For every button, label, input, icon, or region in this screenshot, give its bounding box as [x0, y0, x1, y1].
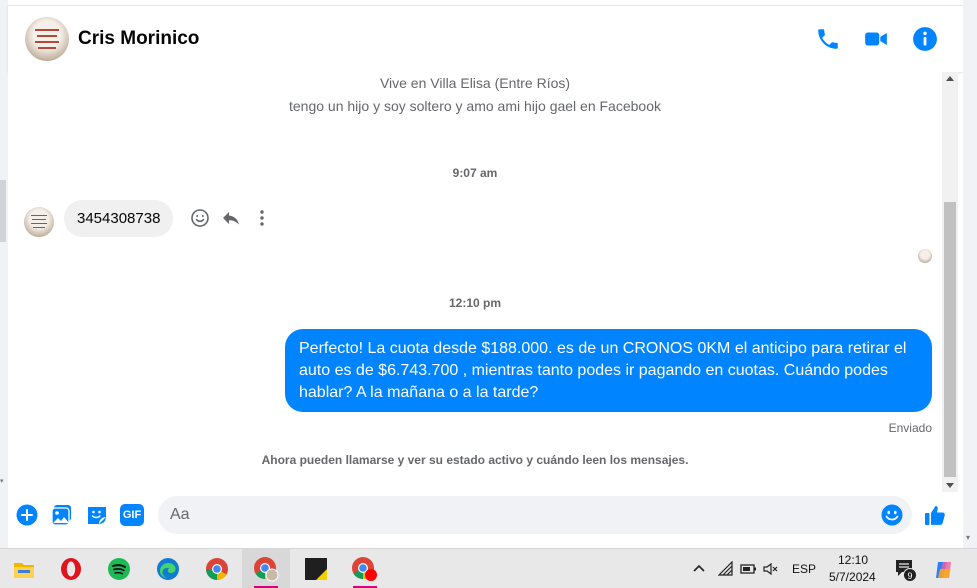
video-camera-icon[interactable] [863, 26, 889, 52]
windows-taskbar: ESP 12:10 5/7/2024 9 [0, 548, 977, 588]
profile-location: Vive en Villa Elisa (Entre Ríos) [379, 75, 571, 91]
opera-icon[interactable] [47, 549, 95, 588]
image-icon[interactable] [51, 504, 73, 526]
chat-header: Cris Morinico [8, 5, 963, 72]
emoji-react-icon[interactable] [190, 208, 210, 228]
copilot-icon[interactable] [933, 559, 955, 581]
emoji-icon[interactable] [881, 504, 903, 526]
info-icon[interactable] [912, 26, 938, 52]
phone-icon[interactable] [815, 26, 841, 52]
outgoing-message[interactable]: Perfecto! La cuota desde $188.000. es de… [285, 329, 932, 412]
left-scroll-arrow[interactable]: ▾ [0, 478, 6, 486]
sticker-icon[interactable] [86, 504, 108, 526]
spotify-icon[interactable] [95, 549, 143, 588]
clock-time[interactable]: 12:10 [838, 553, 868, 567]
seen-indicator-avatar [918, 249, 932, 263]
edge-icon[interactable] [144, 549, 192, 588]
chat-scrollbar[interactable] [942, 72, 958, 492]
volume-muted-icon[interactable] [763, 561, 779, 577]
reply-icon[interactable] [221, 208, 241, 228]
left-gutter: ▾ [0, 0, 8, 548]
sticky-notes-icon[interactable] [292, 549, 340, 588]
wifi-icon[interactable] [717, 560, 734, 577]
chevron-up-icon[interactable] [692, 561, 708, 577]
info-note: Ahora pueden llamarse y ver su estado ac… [261, 453, 689, 467]
plus-icon[interactable] [16, 504, 38, 526]
message-input-wrapper [158, 496, 912, 534]
like-icon[interactable] [924, 504, 946, 526]
scroll-thumb[interactable] [944, 202, 956, 477]
chrome-profile-icon[interactable] [242, 549, 290, 588]
language-indicator[interactable]: ESP [792, 562, 816, 576]
file-explorer-icon[interactable] [0, 549, 48, 588]
message-input[interactable] [170, 496, 860, 534]
profile-bio: tengo un hijo y soy soltero y amo ami hi… [289, 98, 661, 114]
incoming-avatar[interactable] [24, 207, 54, 237]
timestamp: 9:07 am [452, 166, 498, 180]
incoming-message[interactable]: 3454308738 [64, 200, 174, 237]
left-scroll-handle[interactable] [0, 180, 6, 242]
notifications-icon[interactable]: 9 [895, 559, 921, 583]
chrome-icon[interactable] [193, 549, 241, 588]
clock-date[interactable]: 5/7/2024 [829, 570, 876, 584]
right-scroll-arrow[interactable]: ▾ [966, 533, 970, 542]
chrome-record-icon[interactable] [341, 549, 389, 588]
messenger-window: ▾ Cris Morinico Vive en Villa Elisa (Ent… [0, 0, 977, 588]
contact-avatar[interactable] [25, 17, 69, 61]
message-list: Vive en Villa Elisa (Entre Ríos) tengo u… [8, 72, 942, 492]
gif-icon[interactable]: GIF [120, 504, 144, 526]
notification-count: 9 [903, 568, 917, 582]
right-gutter: ▾ [963, 0, 977, 548]
scroll-down-arrow[interactable] [946, 483, 954, 488]
message-composer: GIF [8, 492, 963, 540]
timestamp: 12:10 pm [448, 296, 502, 310]
scroll-up-arrow[interactable] [946, 76, 954, 81]
contact-name[interactable]: Cris Morinico [78, 28, 199, 50]
more-options-icon[interactable] [252, 208, 272, 228]
message-status: Enviado [888, 421, 932, 435]
battery-icon[interactable] [740, 561, 756, 577]
